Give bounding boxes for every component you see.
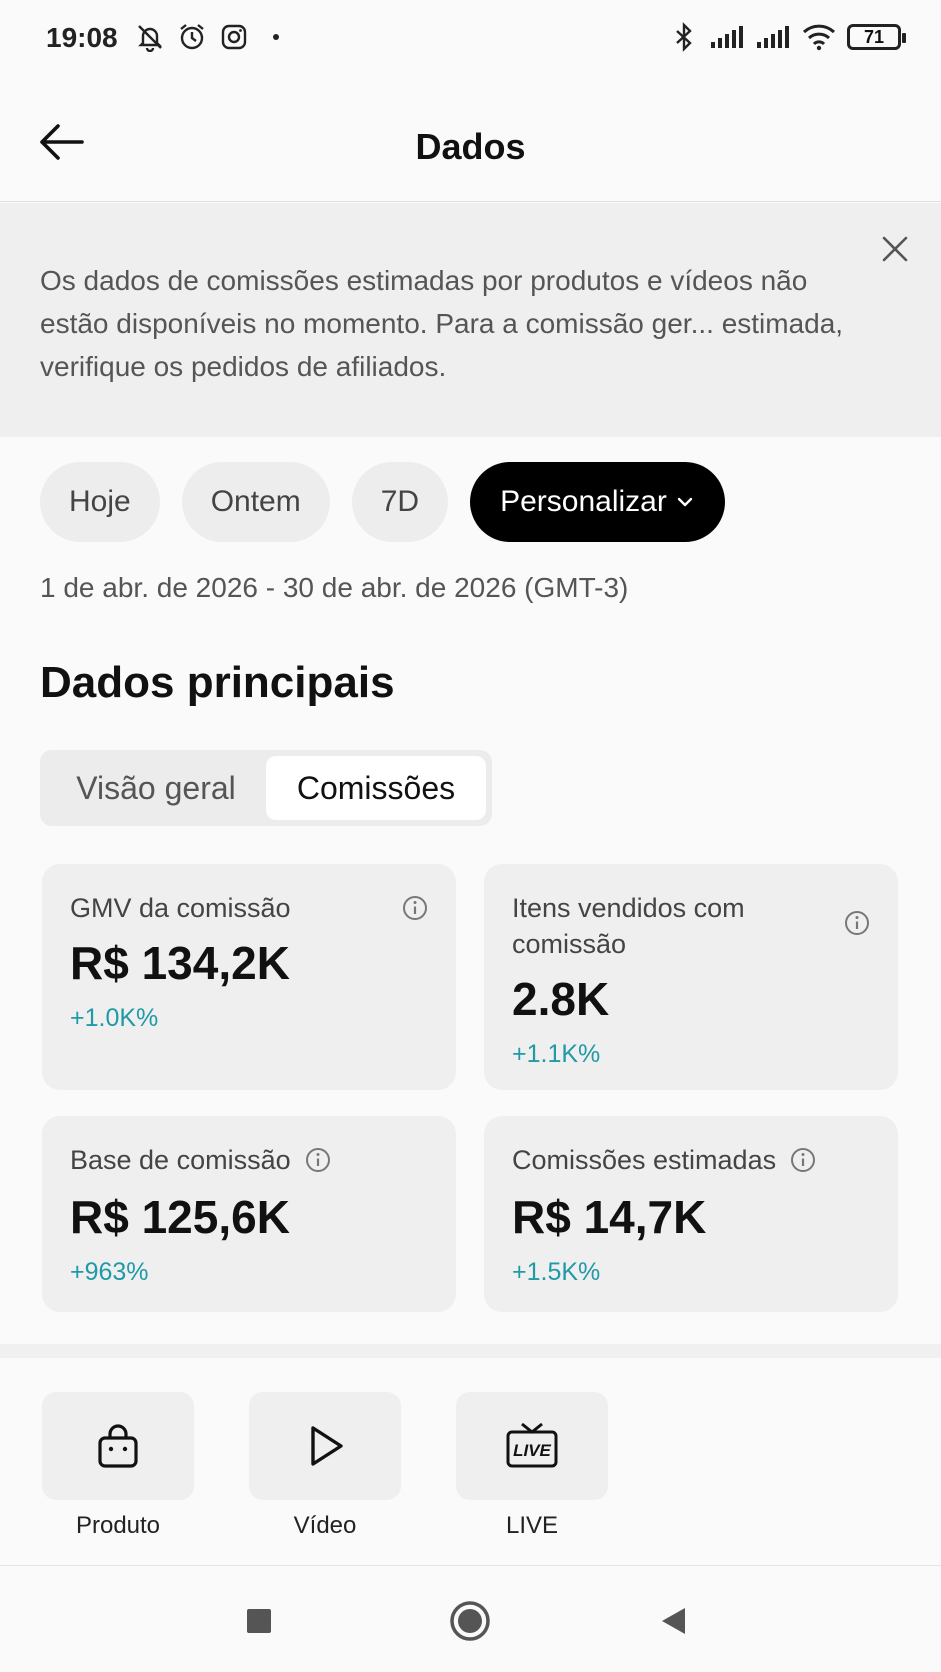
chip-today[interactable]: Hoje bbox=[40, 462, 160, 542]
metric-card-header: GMV da comissão bbox=[70, 890, 428, 926]
live-tv-icon: LIVE bbox=[506, 1422, 558, 1468]
bluetooth-icon bbox=[669, 22, 699, 52]
battery-icon: 71 bbox=[847, 24, 906, 50]
metric-delta: +1.0K% bbox=[70, 1004, 159, 1032]
section-divider bbox=[0, 1344, 941, 1358]
instagram-icon bbox=[219, 22, 249, 52]
metric-value: R$ 125,6K bbox=[70, 1191, 290, 1243]
home-button[interactable] bbox=[445, 1596, 495, 1646]
metric-card-header: Itens vendidos com comissão bbox=[512, 890, 870, 962]
status-bar: 19:08 71 bbox=[0, 0, 941, 80]
top-app-bar: Dados bbox=[0, 80, 941, 202]
play-icon bbox=[311, 1426, 343, 1466]
metric-value: R$ 134,2K bbox=[70, 937, 290, 989]
shortcut-label: Produto bbox=[75, 1512, 161, 1539]
info-icon[interactable] bbox=[402, 895, 428, 921]
metric-card-items-sold[interactable]: Itens vendidos com comissão 2.8K +1.1K% bbox=[484, 864, 898, 1090]
chip-custom-label: Personalizar bbox=[500, 485, 667, 518]
shortcut-product[interactable]: Produto bbox=[42, 1392, 194, 1540]
notice-text: Os dados de comissões estimadas por prod… bbox=[40, 265, 844, 382]
status-left-icons bbox=[135, 22, 291, 52]
metric-cards: GMV da comissão R$ 134,2K +1.0K% Itens v… bbox=[42, 864, 898, 1312]
shortcut-tile[interactable] bbox=[249, 1392, 401, 1500]
metric-delta: +963% bbox=[70, 1258, 149, 1286]
back-triangle-icon bbox=[662, 1608, 685, 1634]
metric-label: Comissões estimadas bbox=[512, 1145, 777, 1175]
shortcut-label: Vídeo bbox=[293, 1512, 357, 1539]
shortcut-tile[interactable]: LIVE bbox=[456, 1392, 608, 1500]
notice-banner: Os dados de comissões estimadas por prod… bbox=[0, 203, 941, 437]
recents-button[interactable] bbox=[234, 1596, 284, 1646]
chip-yesterday[interactable]: Ontem bbox=[181, 462, 330, 542]
info-icon[interactable] bbox=[844, 910, 870, 936]
shortcut-video[interactable]: Vídeo bbox=[249, 1392, 401, 1540]
metric-label: Base de comissão bbox=[70, 1145, 291, 1175]
signal-icon bbox=[709, 22, 745, 52]
info-icon[interactable] bbox=[305, 1147, 331, 1173]
category-shortcuts: Produto Vídeo LIVE LIVE bbox=[42, 1392, 608, 1540]
info-icon[interactable] bbox=[790, 1147, 816, 1173]
tab-overview[interactable]: Visão geral bbox=[46, 756, 266, 820]
alarm-icon bbox=[177, 22, 207, 52]
chevron-down-icon bbox=[677, 491, 693, 514]
metric-card-header: Comissões estimadas bbox=[512, 1142, 870, 1178]
date-range-text: 1 de abr. de 2026 - 30 de abr. de 2026 (… bbox=[40, 572, 629, 603]
home-circle-icon bbox=[450, 1601, 490, 1641]
shopping-bag-icon bbox=[98, 1424, 138, 1468]
shortcut-live[interactable]: LIVE LIVE bbox=[456, 1392, 608, 1540]
metric-card-estimated-commissions[interactable]: Comissões estimadas R$ 14,7K +1.5K% bbox=[484, 1116, 898, 1312]
metric-card-gmv[interactable]: GMV da comissão R$ 134,2K +1.0K% bbox=[42, 864, 456, 1090]
status-time: 19:08 bbox=[46, 22, 118, 53]
metric-card-header: Base de comissão bbox=[70, 1142, 428, 1178]
date-filter-chips: Hoje Ontem 7D Personalizar bbox=[40, 462, 725, 542]
bell-off-icon bbox=[135, 22, 165, 52]
metric-delta: +1.1K% bbox=[512, 1040, 601, 1068]
close-icon bbox=[882, 236, 908, 262]
tab-commissions[interactable]: Comissões bbox=[266, 756, 486, 820]
notice-close-button[interactable] bbox=[875, 229, 915, 269]
dot-icon bbox=[261, 22, 291, 52]
metric-label: GMV da comissão bbox=[70, 893, 291, 923]
recents-square-icon bbox=[247, 1609, 271, 1633]
metric-value: 2.8K bbox=[512, 973, 610, 1025]
system-back-button[interactable] bbox=[648, 1596, 698, 1646]
system-nav-bar bbox=[0, 1565, 941, 1672]
svg-text:LIVE: LIVE bbox=[513, 1441, 551, 1460]
section-title: Dados principais bbox=[40, 658, 395, 707]
shortcut-label: LIVE bbox=[505, 1512, 559, 1539]
metric-label: Itens vendidos com comissão bbox=[512, 893, 745, 959]
metric-delta: +1.5K% bbox=[512, 1258, 601, 1286]
shortcut-tile[interactable] bbox=[42, 1392, 194, 1500]
metric-value: R$ 14,7K bbox=[512, 1191, 707, 1243]
chip-7d[interactable]: 7D bbox=[351, 462, 449, 542]
metric-card-commission-base[interactable]: Base de comissão R$ 125,6K +963% bbox=[42, 1116, 456, 1312]
page-title: Dados bbox=[415, 126, 526, 167]
signal-icon bbox=[755, 22, 791, 52]
data-tabs: Visão geral Comissões bbox=[40, 750, 492, 826]
chip-custom[interactable]: Personalizar bbox=[470, 462, 725, 542]
status-right-icons: 71 bbox=[669, 22, 906, 52]
wifi-icon bbox=[801, 22, 837, 52]
